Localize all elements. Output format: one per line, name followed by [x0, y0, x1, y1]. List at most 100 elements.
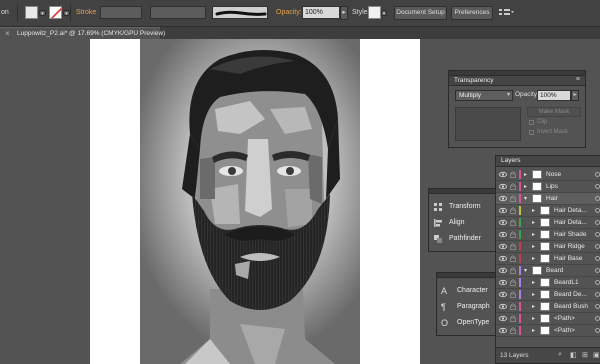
target-circle-icon[interactable] — [595, 244, 600, 249]
stroke-swatch[interactable] — [49, 6, 62, 19]
target-circle-icon[interactable] — [595, 292, 600, 297]
target-circle-icon[interactable] — [595, 208, 600, 213]
close-tab-icon[interactable]: × — [5, 29, 10, 38]
graphic-style-swatch[interactable] — [368, 6, 381, 19]
layer-name[interactable]: Hair Base — [554, 255, 583, 262]
visibility-eye-icon[interactable] — [499, 315, 507, 322]
target-circle-icon[interactable] — [595, 196, 600, 201]
panel-grip[interactable] — [437, 273, 499, 278]
lock-icon[interactable] — [510, 303, 516, 310]
layer-row[interactable]: ▸ Beard Bush — [496, 301, 600, 313]
expand-chevron-icon[interactable]: ▸ — [524, 171, 527, 178]
expand-chevron-icon[interactable]: ▸ — [532, 315, 535, 322]
target-circle-icon[interactable] — [595, 172, 600, 177]
expand-chevron-icon[interactable]: ▸ — [532, 219, 535, 226]
layer-row[interactable]: ▸ Beard De... — [496, 289, 600, 301]
make-clipping-mask-icon[interactable]: ◧ — [570, 351, 577, 359]
layer-name[interactable]: Nose — [546, 171, 561, 178]
target-circle-icon[interactable] — [595, 256, 600, 261]
blend-mode-dropdown[interactable]: Multiply ▾ — [455, 90, 513, 101]
expand-chevron-icon[interactable]: ▸ — [532, 231, 535, 238]
lock-icon[interactable] — [510, 243, 516, 250]
artboard[interactable] — [90, 39, 420, 364]
layer-row[interactable]: ▸ Hair Ridge — [496, 241, 600, 253]
expand-chevron-icon[interactable]: ▸ — [532, 291, 535, 298]
visibility-eye-icon[interactable] — [499, 303, 507, 310]
arrange-documents-icon[interactable] — [499, 8, 515, 18]
expand-chevron-icon[interactable]: ▸ — [532, 207, 535, 214]
target-circle-icon[interactable] — [595, 220, 600, 225]
lock-icon[interactable] — [510, 219, 516, 226]
layer-name[interactable]: Beard — [546, 267, 563, 274]
visibility-eye-icon[interactable] — [499, 231, 507, 238]
new-sublayer-icon[interactable]: ⊞ — [582, 351, 588, 359]
collapse-chevron-icon[interactable]: ▾ — [524, 195, 527, 202]
layers-panel-header[interactable]: Layers — [496, 156, 600, 167]
lock-icon[interactable] — [510, 207, 516, 214]
visibility-eye-icon[interactable] — [499, 243, 507, 250]
layer-row[interactable]: ▾ Beard — [496, 265, 600, 277]
layer-row[interactable]: ▸ Hair Deta... — [496, 205, 600, 217]
layer-row[interactable]: ▸ <Path> — [496, 313, 600, 325]
lock-icon[interactable] — [510, 279, 516, 286]
layer-row[interactable]: ▸ Hair Base — [496, 253, 600, 265]
expand-chevron-icon[interactable]: ▸ — [532, 255, 535, 262]
visibility-eye-icon[interactable] — [499, 327, 507, 334]
layer-name[interactable]: BeardL1 — [554, 279, 579, 286]
visibility-eye-icon[interactable] — [499, 291, 507, 298]
opacity-input[interactable]: 100% — [302, 6, 340, 19]
visibility-eye-icon[interactable] — [499, 207, 507, 214]
collapse-chevron-icon[interactable]: ▾ — [524, 267, 527, 274]
layer-row[interactable]: ▸ Hair Deta... — [496, 217, 600, 229]
panel-grip[interactable] — [429, 189, 499, 194]
layer-row[interactable]: ▸ <Path> — [496, 325, 600, 337]
layer-row[interactable]: ▸ Lips — [496, 181, 600, 193]
layer-name[interactable]: Hair — [546, 195, 558, 202]
make-mask-button[interactable]: Make Mask — [527, 107, 581, 117]
expand-chevron-icon[interactable]: ▸ — [524, 183, 527, 190]
locate-object-icon[interactable]: ⌕ — [558, 351, 562, 359]
visibility-eye-icon[interactable] — [499, 267, 507, 274]
lock-icon[interactable] — [510, 231, 516, 238]
target-circle-icon[interactable] — [595, 232, 600, 237]
layer-row[interactable]: ▾ Hair — [496, 193, 600, 205]
lock-icon[interactable] — [510, 291, 516, 298]
fill-swatch[interactable] — [25, 6, 38, 19]
stroke-weight-field[interactable] — [100, 6, 142, 19]
layer-name[interactable]: Hair Shade — [554, 231, 587, 238]
lock-icon[interactable] — [510, 327, 516, 334]
layer-row[interactable]: ▸ BeardL1 — [496, 277, 600, 289]
layer-name[interactable]: Hair Deta... — [554, 207, 587, 214]
style-dropdown-chevron-icon[interactable]: ▾ — [381, 10, 387, 17]
lock-icon[interactable] — [510, 183, 516, 190]
pathfinder-panel-item[interactable]: Pathfinder — [433, 233, 499, 246]
opacity-stepper-icon[interactable]: ▸ — [571, 90, 579, 101]
visibility-eye-icon[interactable] — [499, 171, 507, 178]
opacity-dropdown-chevron-icon[interactable]: ▸ — [340, 6, 348, 20]
layer-row[interactable]: ▸ Hair Shade — [496, 229, 600, 241]
align-panel-item[interactable]: Align — [433, 217, 499, 230]
lock-icon[interactable] — [510, 255, 516, 262]
visibility-eye-icon[interactable] — [499, 255, 507, 262]
layer-name[interactable]: Lips — [546, 183, 558, 190]
visibility-eye-icon[interactable] — [499, 195, 507, 202]
visibility-eye-icon[interactable] — [499, 279, 507, 286]
layer-name[interactable]: <Path> — [554, 315, 575, 322]
target-circle-icon[interactable] — [595, 328, 600, 333]
layer-name[interactable]: Hair Ridge — [554, 243, 585, 250]
document-tab[interactable]: × Luppowitz_P2.ai* @ 17.69% (CMYK/GPU Pr… — [0, 27, 165, 39]
expand-chevron-icon[interactable]: ▸ — [532, 279, 535, 286]
fill-dropdown-chevron-icon[interactable]: ▾ — [39, 10, 46, 17]
transparency-opacity-input[interactable]: 100% — [537, 90, 571, 101]
clip-checkbox[interactable] — [529, 120, 534, 125]
preferences-button[interactable]: Preferences — [451, 6, 493, 20]
target-circle-icon[interactable] — [595, 304, 600, 309]
visibility-eye-icon[interactable] — [499, 219, 507, 226]
layer-name[interactable]: Beard Bush — [554, 303, 588, 310]
invert-mask-checkbox[interactable] — [529, 130, 534, 135]
layer-name[interactable]: Hair Deta... — [554, 219, 587, 226]
target-circle-icon[interactable] — [595, 316, 600, 321]
layer-name[interactable]: <Path> — [554, 327, 575, 334]
opacity-label[interactable]: Opacity: — [276, 9, 302, 16]
target-circle-icon[interactable] — [595, 280, 600, 285]
